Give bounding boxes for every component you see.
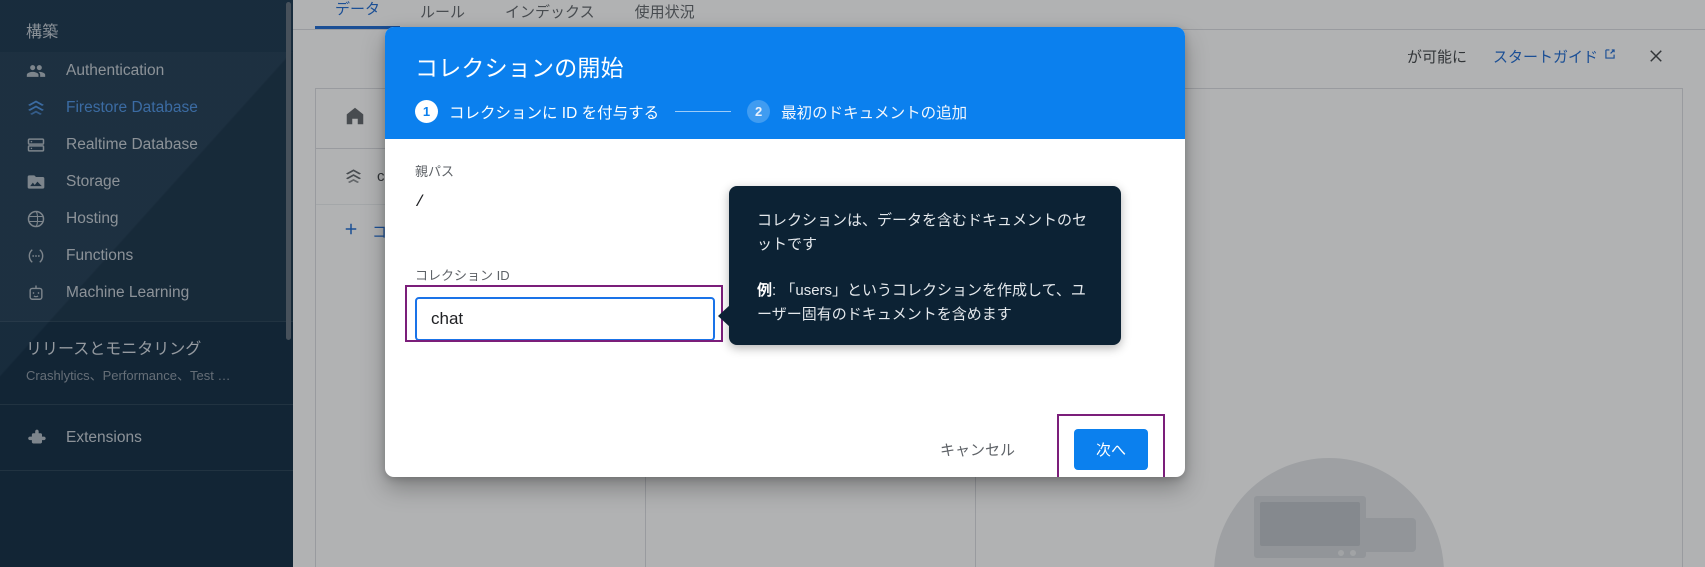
sidebar-item-hosting[interactable]: Hosting — [0, 200, 293, 237]
sidebar-item-label: Hosting — [66, 209, 119, 227]
illustration-keyboard — [1358, 518, 1416, 552]
sidebar-item-label: Authentication — [66, 61, 165, 79]
sidebar-section-title: 構築 — [26, 24, 59, 41]
tab-data[interactable]: データ — [315, 0, 401, 29]
step-2-number: 2 — [747, 100, 771, 123]
sidebar-item-authentication[interactable]: Authentication — [0, 52, 293, 89]
next-button-highlight: 次へ — [1056, 413, 1165, 477]
dialog-header: コレクションの開始 1 コレクションに ID を付与する 2 最初のドキュメント… — [385, 27, 1185, 139]
sidebar-build-group: Authentication Firestore Database Realti… — [0, 52, 293, 321]
firestore-icon — [26, 97, 52, 119]
sidebar-item-label: Functions — [66, 246, 134, 264]
parent-path-label: 親パス — [415, 164, 455, 179]
illustration-screen-inner — [1260, 502, 1360, 546]
tooltip-arrow — [718, 305, 730, 327]
tab-usage[interactable]: 使用状況 — [615, 1, 715, 29]
robot-icon — [26, 282, 52, 304]
dialog-footer: キャンセル 次へ — [385, 413, 1185, 477]
people-icon — [26, 60, 52, 82]
sidebar-item-machine-learning[interactable]: Machine Learning — [0, 274, 293, 311]
tooltip-example-prefix: 例 — [757, 282, 773, 299]
empty-state-illustration — [1214, 458, 1444, 567]
firestore-icon — [344, 167, 363, 186]
tooltip-line-1: コレクションは、データを含むドキュメントのセットです — [757, 212, 1088, 253]
stepper: 1 コレクションに ID を付与する 2 最初のドキュメントの追加 — [415, 100, 1155, 123]
sidebar-item-label: Extensions — [66, 428, 142, 446]
illustration-dot-2 — [1350, 550, 1356, 556]
tooltip-line-2: 例: 「users」というコレクションを作成して、ユーザー固有のドキュメントを含… — [757, 279, 1093, 327]
step-1[interactable]: 1 コレクションに ID を付与する — [415, 100, 659, 123]
tab-indexes[interactable]: インデックス — [485, 1, 615, 29]
cancel-button[interactable]: キャンセル — [924, 429, 1031, 470]
sidebar-item-firestore-database[interactable]: Firestore Database — [0, 89, 293, 126]
image-folder-icon — [26, 171, 52, 193]
functions-icon — [26, 245, 52, 267]
sidebar-item-label: Storage — [66, 172, 121, 190]
external-link-icon — [1603, 47, 1617, 65]
illustration-shapes — [1254, 496, 1416, 567]
sidebar-item-extensions[interactable]: Extensions — [0, 419, 293, 456]
step-2[interactable]: 2 最初のドキュメントの追加 — [747, 100, 967, 123]
step-1-number: 1 — [415, 100, 438, 123]
illustration-dot-1 — [1338, 550, 1344, 556]
plus-icon — [342, 220, 360, 242]
sidebar-release-subtitle: Crashlytics、Performance、Test … — [26, 368, 231, 384]
dialog-title: コレクションの開始 — [415, 55, 624, 81]
sidebar-item-functions[interactable]: Functions — [0, 237, 293, 274]
sidebar-item-storage[interactable]: Storage — [0, 163, 293, 200]
collection-help-tooltip: コレクションは、データを含むドキュメントのセットです 例: 「users」という… — [718, 186, 1121, 345]
tab-bar: データ ルール インデックス 使用状況 — [293, 0, 1705, 30]
collection-id-input[interactable] — [415, 297, 715, 341]
tab-rules[interactable]: ルール — [400, 1, 485, 29]
notice-text: が可能に — [1406, 48, 1467, 66]
left-sidebar: 構築 Authentication Firestore Database Rea… — [0, 0, 293, 567]
step-2-label: 最初のドキュメントの追加 — [781, 104, 968, 122]
sidebar-release-monitoring-block[interactable]: リリースとモニタリング Crashlytics、Performance、Test… — [0, 322, 293, 404]
sidebar-item-realtime-database[interactable]: Realtime Database — [0, 126, 293, 163]
app-root: 構築 Authentication Firestore Database Rea… — [0, 0, 1705, 567]
stepper-connector — [675, 111, 732, 112]
sidebar-scrollbar[interactable] — [286, 2, 291, 340]
next-button[interactable]: 次へ — [1073, 428, 1148, 470]
sidebar-item-label: Realtime Database — [66, 135, 198, 153]
sidebar-divider-3 — [0, 470, 293, 472]
sidebar-item-label: Machine Learning — [66, 283, 190, 301]
database-icon — [26, 134, 52, 156]
step-1-label: コレクションに ID を付与する — [449, 104, 660, 122]
tooltip-example-body: : 「users」というコレクションを作成して、ユーザー固有のドキュメントを含め… — [757, 282, 1086, 323]
globe-icon — [26, 208, 52, 230]
close-icon[interactable] — [1643, 43, 1669, 69]
extensions-icon — [26, 427, 52, 449]
start-guide-link[interactable]: スタートガイド — [1493, 46, 1617, 67]
start-guide-label: スタートガイド — [1492, 48, 1598, 66]
home-icon — [344, 105, 366, 132]
sidebar-release-title: リリースとモニタリング — [26, 341, 202, 358]
sidebar-item-label: Firestore Database — [66, 98, 198, 116]
